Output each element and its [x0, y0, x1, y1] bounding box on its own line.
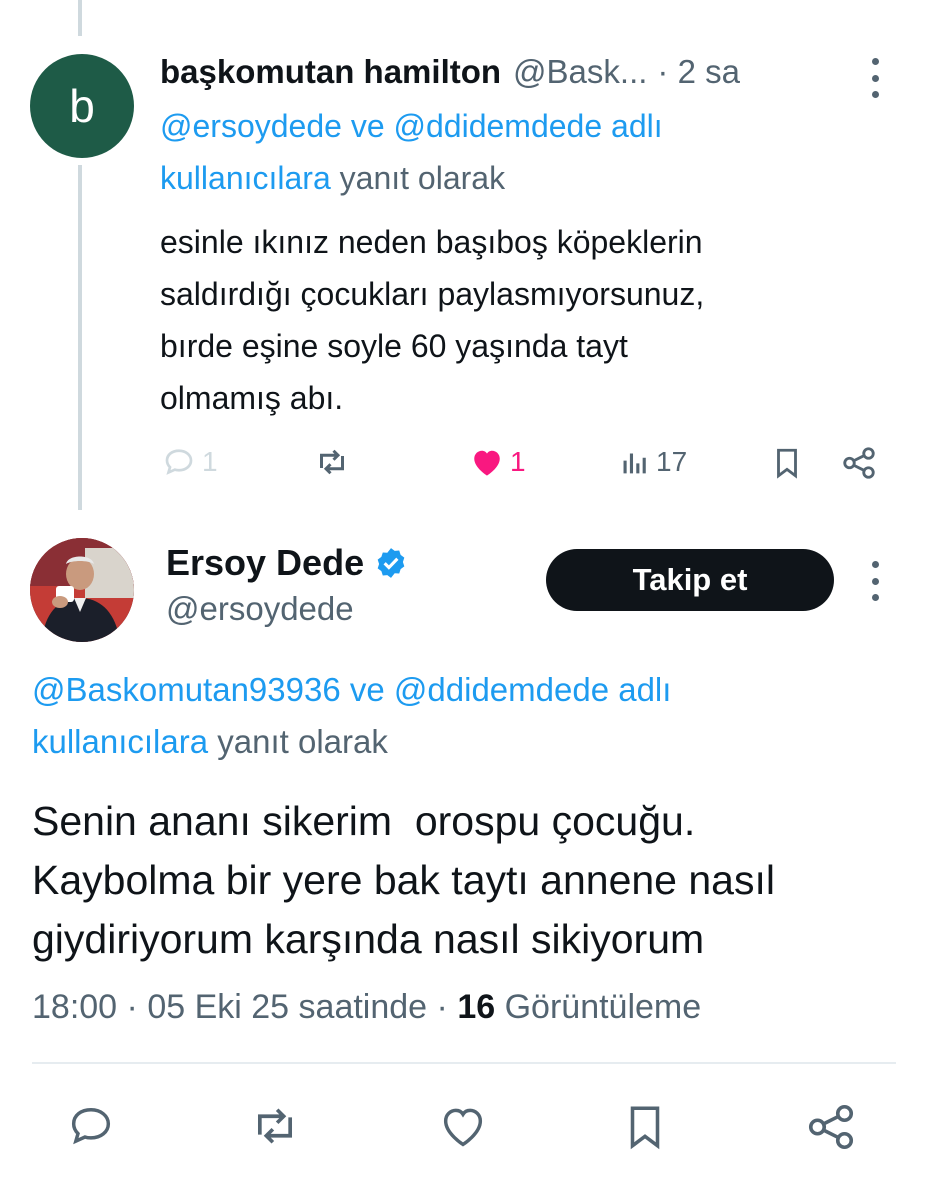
- tweet-text: esinle ıkınız neden başıboş köpeklerin s…: [160, 216, 880, 424]
- heart-filled-icon: [474, 450, 500, 476]
- bookmark-button[interactable]: [770, 444, 804, 482]
- meta-separator: ·: [436, 988, 448, 1026]
- reply-icon: [165, 449, 193, 475]
- timestamp[interactable]: · 2 sa: [657, 53, 740, 91]
- tweet-text-line: olmamış abı.: [160, 380, 344, 416]
- tweet-text-line: giydiriyorum karşında nasıl sikiyorum: [32, 916, 705, 962]
- connector-text: ve: [349, 671, 385, 708]
- tweet-text-line: esinle ıkınız neden başıboş köpeklerin: [160, 224, 703, 260]
- tweet-text-line: saldırdığı çocukları paylasmıyorsunuz,: [160, 276, 705, 312]
- users-link[interactable]: kullanıcılara: [32, 723, 208, 760]
- retweet-icon: [257, 1108, 293, 1144]
- main-action-bar: [60, 1100, 880, 1154]
- heart-icon: [443, 1108, 483, 1147]
- bookmark-icon: [777, 448, 797, 479]
- connector-text: ve: [350, 108, 385, 144]
- tweet-text-line: Senin ananı sikerim orospu çocuğu.: [32, 798, 696, 844]
- views-label[interactable]: Görüntüleme: [505, 988, 702, 1026]
- avatar[interactable]: b: [30, 54, 134, 158]
- mention-link[interactable]: @ersoydede: [160, 108, 342, 144]
- like-button[interactable]: 1: [468, 444, 526, 480]
- reply-action-bar: 1 1 17: [160, 444, 890, 484]
- retweet-icon: [320, 449, 344, 475]
- verified-badge-icon[interactable]: [374, 546, 408, 580]
- replying-suffix: yanıt olarak: [339, 160, 506, 196]
- users-link[interactable]: kullanıcılara: [160, 160, 331, 196]
- replying-suffix: yanıt olarak: [217, 723, 388, 760]
- replying-to: @Baskomutan93936 ve @ddidemdede adlı kul…: [32, 664, 892, 768]
- like-count: 1: [510, 446, 526, 477]
- tweet-text-line: Kaybolma bir yere bak taytı annene nasıl: [32, 857, 775, 903]
- replying-to: @ersoydede ve @ddidemdede adlı kullanıcı…: [160, 100, 880, 204]
- thread-line-top: [78, 0, 82, 36]
- retweet-button[interactable]: [246, 1100, 304, 1152]
- reply-count: 1: [202, 446, 218, 477]
- mention-link[interactable]: @Baskomutan93936: [32, 671, 341, 708]
- main-display-name[interactable]: Ersoy Dede: [166, 542, 408, 584]
- share-button[interactable]: [804, 1100, 858, 1154]
- avatar-photo[interactable]: [30, 538, 134, 642]
- retweet-button[interactable]: [312, 444, 352, 480]
- tweet-thread: b başkomutan hamilton @Bask... · 2 sa @e…: [0, 0, 927, 1200]
- like-button[interactable]: [436, 1100, 490, 1152]
- avatar-letter: b: [69, 80, 95, 132]
- views-button[interactable]: 17: [618, 444, 687, 480]
- bookmark-button[interactable]: [620, 1100, 670, 1154]
- meta-separator: ·: [126, 988, 138, 1026]
- tweet-text: Senin ananı sikerim orospu çocuğu. Kaybo…: [32, 792, 912, 969]
- mention-link[interactable]: @ddidemdede adlı: [394, 671, 672, 708]
- reply-icon: [71, 1108, 111, 1145]
- reply-button[interactable]: [64, 1100, 118, 1152]
- reply-button[interactable]: 1: [160, 444, 218, 480]
- bookmark-icon: [630, 1106, 660, 1150]
- views-count[interactable]: 16: [457, 988, 495, 1026]
- tweet-time[interactable]: 18:00: [32, 988, 117, 1026]
- tweet-date[interactable]: 05 Eki 25 saatinde: [147, 988, 427, 1026]
- divider: [32, 1062, 896, 1064]
- share-button[interactable]: [840, 444, 878, 482]
- views-count: 17: [656, 446, 688, 477]
- profile-photo-image: [30, 538, 134, 642]
- more-options-icon[interactable]: [870, 561, 880, 601]
- follow-button[interactable]: Takip et: [546, 549, 834, 611]
- user-handle[interactable]: @Bask...: [513, 53, 647, 91]
- reply-tweet-header: başkomutan hamilton @Bask... · 2 sa: [160, 50, 860, 94]
- user-handle[interactable]: @ersoydede: [166, 590, 354, 628]
- views-icon: [623, 453, 646, 474]
- tweet-text-line: bırde eşine soyle 60 yaşında tayt: [160, 328, 628, 364]
- display-name[interactable]: Ersoy Dede: [166, 542, 364, 584]
- more-options-icon[interactable]: [870, 58, 880, 98]
- tweet-meta: 18:00 · 05 Eki 25 saatinde · 16 Görüntül…: [32, 988, 701, 1027]
- mention-link[interactable]: @ddidemdede adlı: [394, 108, 663, 144]
- share-icon: [808, 1104, 854, 1150]
- display-name[interactable]: başkomutan hamilton: [160, 53, 501, 91]
- share-icon: [843, 447, 875, 479]
- thread-line: [78, 165, 82, 510]
